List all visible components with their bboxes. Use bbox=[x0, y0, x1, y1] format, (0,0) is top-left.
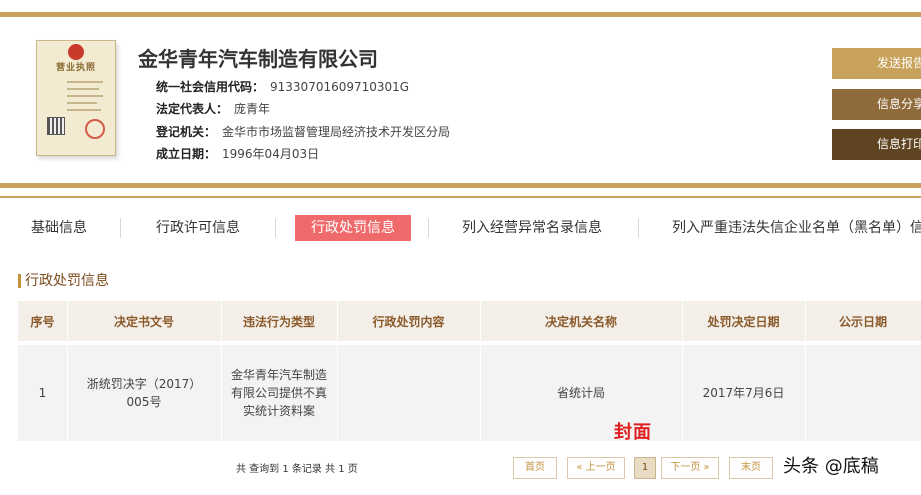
tab-basic-info[interactable]: 基础信息 bbox=[31, 215, 87, 241]
header-divider bbox=[0, 183, 921, 188]
tab-abnormal-list[interactable]: 列入经营异常名录信息 bbox=[462, 215, 602, 241]
cell-index: 1 bbox=[38, 386, 47, 400]
section-title: 行政处罚信息 bbox=[25, 273, 109, 289]
seal-icon bbox=[85, 119, 105, 139]
tab-admin-license[interactable]: 行政许可信息 bbox=[156, 215, 240, 241]
registry-value: 金华市市场监督管理局经济技术开发区分局 bbox=[222, 125, 451, 139]
column-divider bbox=[682, 301, 683, 441]
next-page-button[interactable]: 下一页 » bbox=[661, 457, 719, 479]
legal-rep-label: 法定代表人： bbox=[156, 102, 229, 116]
license-text-line bbox=[67, 109, 101, 111]
license-title: 营业执照 bbox=[55, 63, 96, 73]
credit-code-row: 统一社会信用代码： 91330701609710301G bbox=[156, 79, 409, 95]
tab-divider bbox=[638, 218, 639, 238]
business-license-image: 营业执照 bbox=[36, 40, 116, 156]
tab-admin-penalty[interactable]: 行政处罚信息 bbox=[295, 215, 411, 241]
license-text-line bbox=[67, 81, 103, 83]
license-text-line bbox=[67, 88, 99, 90]
col-header-penalty-date: 处罚决定日期 bbox=[707, 314, 780, 329]
cell-publish-date bbox=[805, 345, 921, 441]
last-page-button[interactable]: 末页 bbox=[729, 457, 773, 479]
cell-penalty-content bbox=[337, 345, 480, 441]
tab-blacklist[interactable]: 列入严重违法失信企业名单（黑名单）信 bbox=[672, 215, 921, 241]
prev-page-button[interactable]: « 上一页 bbox=[567, 457, 625, 479]
column-divider bbox=[805, 301, 806, 441]
tab-divider bbox=[275, 218, 276, 238]
column-divider bbox=[480, 301, 481, 441]
print-info-button[interactable]: 信息打印 bbox=[832, 129, 921, 160]
tab-divider bbox=[120, 218, 121, 238]
col-header-index: 序号 bbox=[30, 314, 55, 329]
column-divider bbox=[67, 301, 68, 441]
credit-code-label: 统一社会信用代码： bbox=[156, 80, 265, 94]
legal-rep-row: 法定代表人： 庞青年 bbox=[156, 101, 270, 117]
registry-row: 登记机关： 金华市市场监督管理局经济技术开发区分局 bbox=[156, 124, 450, 140]
qr-code-icon bbox=[47, 117, 65, 135]
share-info-button[interactable]: 信息分享 bbox=[832, 89, 921, 120]
col-header-penalty-content: 行政处罚内容 bbox=[372, 314, 445, 329]
founded-label: 成立日期： bbox=[156, 147, 217, 161]
national-emblem-icon bbox=[68, 44, 84, 60]
col-header-doc-number: 决定书文号 bbox=[113, 314, 174, 329]
founded-row: 成立日期： 1996年04月03日 bbox=[156, 146, 319, 162]
col-header-authority: 决定机关名称 bbox=[544, 314, 617, 329]
col-header-violation-type: 违法行为类型 bbox=[242, 314, 315, 329]
license-text-line bbox=[67, 102, 97, 104]
registry-label: 登记机关： bbox=[156, 125, 217, 139]
cover-watermark: 封面 bbox=[614, 422, 652, 443]
cell-penalty-date: 2017年7月6日 bbox=[702, 386, 785, 400]
current-page-button[interactable]: 1 bbox=[634, 457, 656, 479]
col-header-publish-date: 公示日期 bbox=[838, 314, 887, 329]
tab-divider bbox=[428, 218, 429, 238]
license-text-line bbox=[67, 95, 103, 97]
column-divider bbox=[221, 301, 222, 441]
credit-code-value: 91330701609710301G bbox=[270, 80, 410, 94]
send-report-button[interactable]: 发送报告 bbox=[832, 48, 921, 79]
header-divider-thin bbox=[0, 196, 921, 198]
company-name: 金华青年汽车制造有限公司 bbox=[138, 47, 378, 71]
platform-byline: 头条 @底稿 bbox=[783, 456, 879, 477]
first-page-button[interactable]: 首页 bbox=[513, 457, 557, 479]
cell-violation-type: 金华青年汽车制造有限公司提供不真实统计资料案 bbox=[231, 368, 328, 418]
section-marker bbox=[18, 274, 21, 288]
record-summary: 共 查询到 1 条记录 共 1 页 bbox=[236, 464, 358, 475]
column-divider bbox=[337, 301, 338, 441]
founded-value: 1996年04月03日 bbox=[222, 147, 320, 161]
cell-doc-number: 浙统罚决字（2017）005号 bbox=[86, 377, 202, 409]
top-band bbox=[0, 12, 921, 17]
legal-rep-value: 庞青年 bbox=[234, 102, 271, 116]
